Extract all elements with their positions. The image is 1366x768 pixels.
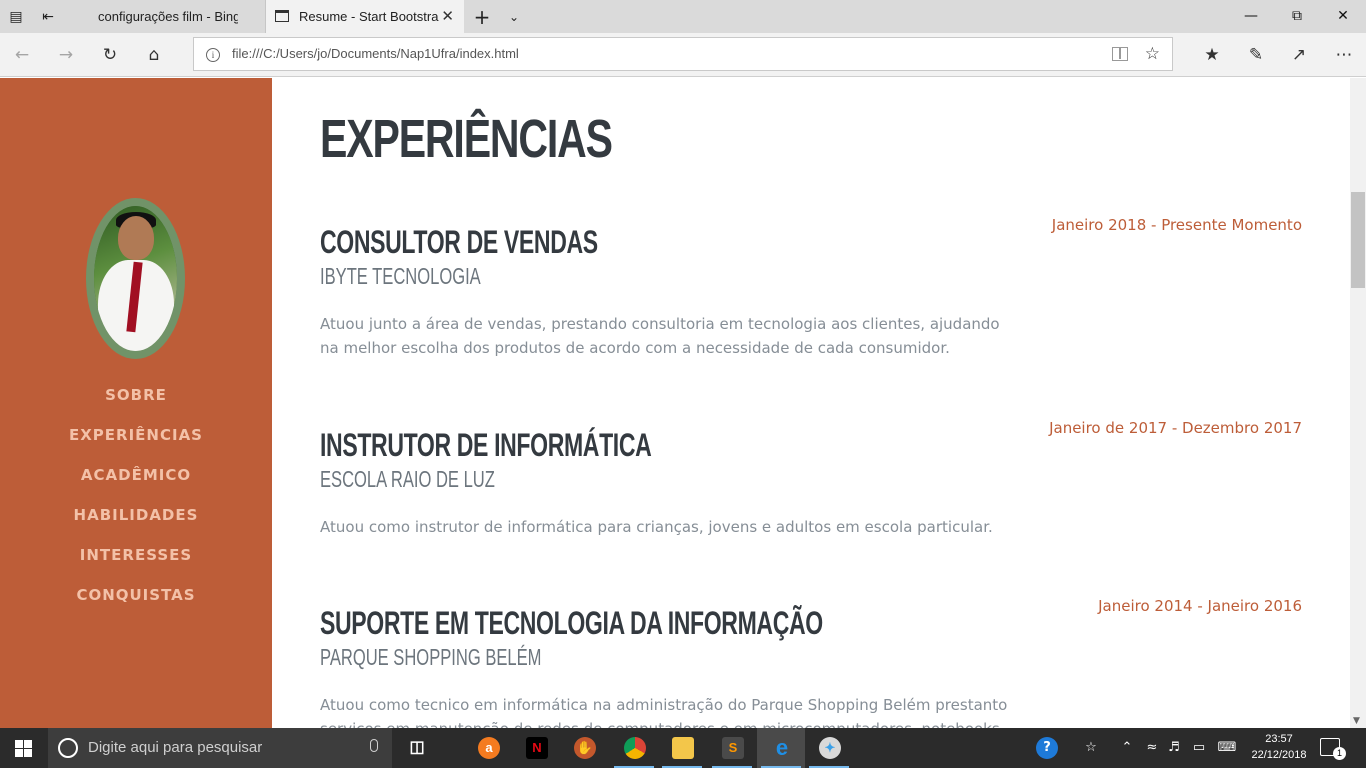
avast-icon[interactable]: a xyxy=(464,728,512,768)
job-title: SUPORTE EM TECNOLOGIA DA INFORMAÇÃO xyxy=(320,605,823,641)
help-icon[interactable]: ? xyxy=(1034,728,1060,768)
sidebar-item-conquistas[interactable]: CONQUISTAS xyxy=(0,584,272,624)
vertical-scrollbar[interactable]: ▼ xyxy=(1350,78,1366,728)
company-name: ESCOLA RAIO DE LUZ xyxy=(320,466,495,492)
job-description: Atuou como instrutor de informática para… xyxy=(320,518,993,536)
paint-icon[interactable]: ✦ xyxy=(805,728,853,768)
favorites-icon[interactable]: ★ xyxy=(1198,41,1226,69)
clock-time: 23:57 xyxy=(1265,733,1293,745)
windows-start-icon[interactable] xyxy=(0,728,48,768)
search-placeholder: Digite aqui para pesquisar xyxy=(88,739,263,756)
chevron-down-icon[interactable]: ⌄ xyxy=(504,7,524,27)
sidebar-item-interesses[interactable]: INTERESSES xyxy=(0,544,272,584)
info-icon[interactable]: i xyxy=(206,48,220,62)
company-name: PARQUE SHOPPING BELÉM xyxy=(320,644,542,670)
taskbar: Digite aqui para pesquisar ◫ a N ✋ S e ✦… xyxy=(0,728,1366,768)
sidebar-nav: SOBRE EXPERIÊNCIAS ACADÊMICO HABILIDADES… xyxy=(0,384,272,624)
refresh-icon[interactable]: ↻ xyxy=(96,41,124,69)
baseball-glove-icon[interactable]: ✋ xyxy=(560,728,608,768)
star-icon[interactable]: ☆ xyxy=(1145,38,1160,70)
section-title: EXPERIÊNCIAS xyxy=(320,109,613,169)
job-title: INSTRUTOR DE INFORMÁTICA xyxy=(320,427,652,463)
reading-view-icon[interactable] xyxy=(1112,47,1128,61)
address-url[interactable]: file:///C:/Users/jo/Documents/Nap1Ufra/i… xyxy=(232,38,519,70)
profile-photo xyxy=(86,198,185,359)
chevron-up-icon[interactable]: ⌃ xyxy=(1118,728,1136,768)
job-description: Atuou junto a área de vendas, prestando … xyxy=(320,315,1000,357)
scrollbar-thumb[interactable] xyxy=(1351,192,1365,288)
notification-badge: 1 xyxy=(1333,747,1346,760)
pen-icon[interactable]: ✎ xyxy=(1242,41,1270,69)
tab-preview-icon[interactable]: ▤ xyxy=(6,7,26,27)
cortana-icon[interactable] xyxy=(58,738,78,758)
people-icon[interactable]: ☆ xyxy=(1080,728,1102,768)
scroll-down-icon[interactable]: ▼ xyxy=(1353,716,1360,726)
home-icon[interactable]: ⌂ xyxy=(140,41,168,69)
minimize-button[interactable]: — xyxy=(1228,0,1274,33)
taskbar-search[interactable]: Digite aqui para pesquisar xyxy=(48,728,392,768)
microphone-icon[interactable] xyxy=(370,739,378,752)
job-date: Janeiro de 2017 - Dezembro 2017 xyxy=(1049,419,1302,437)
wifi-icon[interactable]: ≈ xyxy=(1142,728,1162,768)
navigation-bar: ← → ↻ ⌂ i file:///C:/Users/jo/Documents/… xyxy=(0,33,1366,77)
tab-resume[interactable]: Resume - Start Bootstra ✕ xyxy=(266,0,464,33)
main-content: EXPERIÊNCIAS CONSULTOR DE VENDAS IBYTE T… xyxy=(272,78,1350,728)
plus-icon[interactable]: + xyxy=(472,7,492,27)
taskbar-clock[interactable]: 23:57 22/12/2018 xyxy=(1248,731,1310,763)
experience-item: CONSULTOR DE VENDAS IBYTE TECNOLOGIA Atu… xyxy=(320,216,1302,360)
set-aside-tabs-icon[interactable]: ⇤ xyxy=(38,7,58,27)
job-title: CONSULTOR DE VENDAS xyxy=(320,224,598,260)
experience-item: SUPORTE EM TECNOLOGIA DA INFORMAÇÃO PARQ… xyxy=(320,597,1302,728)
job-date: Janeiro 2018 - Presente Momento xyxy=(1051,216,1302,234)
tab-title: configurações film - Bing xyxy=(98,9,238,24)
volume-icon[interactable]: ♬ xyxy=(1164,728,1184,768)
battery-icon[interactable]: ▭ xyxy=(1188,728,1210,768)
more-icon[interactable]: ⋯ xyxy=(1330,41,1358,69)
sidebar-item-habilidades[interactable]: HABILIDADES xyxy=(0,504,272,544)
forward-arrow-icon[interactable]: → xyxy=(52,41,80,69)
sublime-text-icon[interactable]: S xyxy=(708,728,756,768)
sidebar-item-experiencias[interactable]: EXPERIÊNCIAS xyxy=(0,424,272,464)
keyboard-icon[interactable]: ⌨ xyxy=(1214,728,1240,768)
chrome-icon[interactable] xyxy=(610,728,658,768)
sidebar-item-academico[interactable]: ACADÊMICO xyxy=(0,464,272,504)
experience-item: INSTRUTOR DE INFORMÁTICA ESCOLA RAIO DE … xyxy=(320,419,1302,539)
page-icon xyxy=(275,10,289,22)
tab-bar: ▤ ⇤ configurações film - Bing Resume - S… xyxy=(0,0,1366,33)
clock-date: 22/12/2018 xyxy=(1251,749,1307,761)
tab-bing[interactable]: configurações film - Bing xyxy=(64,0,266,33)
close-window-button[interactable]: ✕ xyxy=(1320,0,1366,33)
sidebar: SOBRE EXPERIÊNCIAS ACADÊMICO HABILIDADES… xyxy=(0,78,272,728)
close-icon[interactable]: ✕ xyxy=(441,0,454,33)
share-icon[interactable]: ↗ xyxy=(1285,41,1313,69)
company-name: IBYTE TECNOLOGIA xyxy=(320,263,481,289)
netflix-icon[interactable]: N xyxy=(512,728,560,768)
tab-title: Resume - Start Bootstra xyxy=(299,9,439,24)
job-description: Atuou como tecnico em informática na adm… xyxy=(320,696,1008,728)
task-view-icon[interactable]: ◫ xyxy=(392,728,440,768)
sidebar-item-sobre[interactable]: SOBRE xyxy=(0,384,272,424)
restore-button[interactable]: ⧉ xyxy=(1274,0,1320,33)
back-arrow-icon[interactable]: ← xyxy=(8,41,36,69)
file-explorer-icon[interactable] xyxy=(658,728,706,768)
address-bar[interactable]: i file:///C:/Users/jo/Documents/Nap1Ufra… xyxy=(193,37,1173,71)
job-date: Janeiro 2014 - Janeiro 2016 xyxy=(1098,597,1302,615)
edge-icon[interactable]: e xyxy=(757,728,805,768)
page-viewport: SOBRE EXPERIÊNCIAS ACADÊMICO HABILIDADES… xyxy=(0,78,1366,728)
